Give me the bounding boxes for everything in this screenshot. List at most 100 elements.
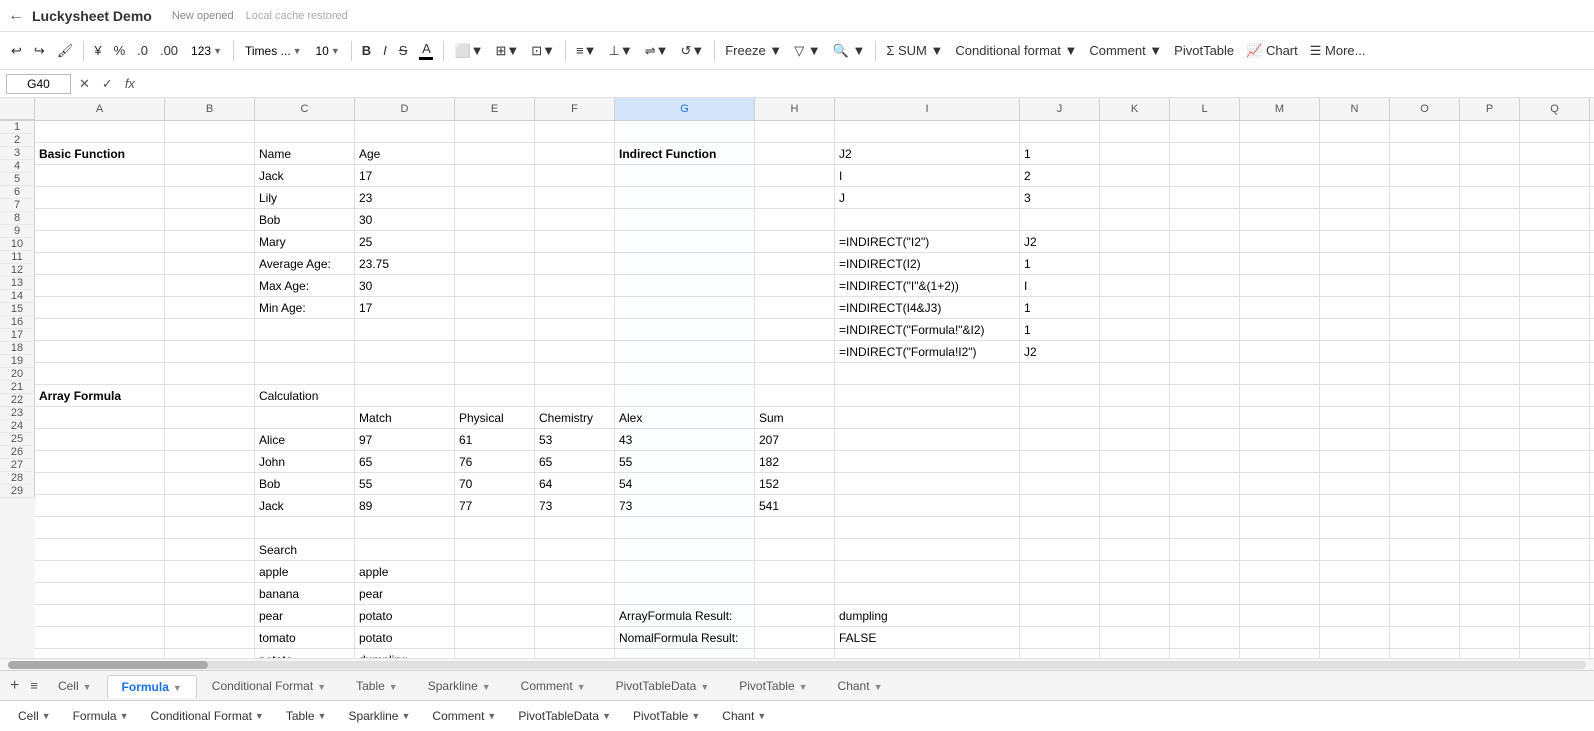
cell-F25[interactable] [535,649,615,658]
cell-I4[interactable]: J [835,187,1020,209]
cell-B22[interactable] [165,583,255,605]
cell-P8[interactable] [1460,275,1520,297]
cell-M5[interactable] [1240,209,1320,231]
cell-O9[interactable] [1390,297,1460,319]
bt-chant[interactable]: Chant▼ [712,706,776,726]
cell-J25[interactable] [1020,649,1100,658]
pivottable-button[interactable]: PivotTable [1169,37,1239,65]
cell-P14[interactable] [1460,407,1520,429]
cell-F21[interactable] [535,561,615,583]
col-header-N[interactable]: N [1320,98,1390,120]
cell-F6[interactable] [535,231,615,253]
sheet-tab-pivottabledata[interactable]: PivotTableData▼ [601,674,725,697]
cell-N15[interactable] [1320,429,1390,451]
cell-R7[interactable] [1590,253,1594,275]
cell-O14[interactable] [1390,407,1460,429]
cell-O22[interactable] [1390,583,1460,605]
cell-A7[interactable] [35,253,165,275]
cell-L9[interactable] [1170,297,1240,319]
cell-A19[interactable] [35,517,165,539]
cell-R18[interactable] [1590,495,1594,517]
cell-N18[interactable] [1320,495,1390,517]
cell-reference-input[interactable]: G40 [6,74,71,94]
cell-H25[interactable] [755,649,835,658]
cell-I8[interactable]: =INDIRECT("I"&(1+2)) [835,275,1020,297]
cell-C4[interactable]: Lily [255,187,355,209]
col-header-C[interactable]: C [255,98,355,120]
row-num-21[interactable]: 21 [0,381,35,394]
cell-L25[interactable] [1170,649,1240,658]
cell-R23[interactable] [1590,605,1594,627]
cell-R16[interactable] [1590,451,1594,473]
cell-P16[interactable] [1460,451,1520,473]
row-num-12[interactable]: 12 [0,264,35,277]
cell-K5[interactable] [1100,209,1170,231]
font-family-dropdown[interactable]: Times ... ▼ [239,37,307,65]
text-rotate-button[interactable]: ↺▼ [675,37,709,65]
row-num-22[interactable]: 22 [0,394,35,407]
bt-conditional-format[interactable]: Conditional Format▼ [141,706,274,726]
cell-C16[interactable]: John [255,451,355,473]
cell-N21[interactable] [1320,561,1390,583]
cell-P4[interactable] [1460,187,1520,209]
cell-J15[interactable] [1020,429,1100,451]
cell-K10[interactable] [1100,319,1170,341]
cell-O1[interactable] [1390,121,1460,143]
cell-I20[interactable] [835,539,1020,561]
bt-formula[interactable]: Formula▼ [63,706,139,726]
cell-H12[interactable] [755,363,835,385]
decimal-decrease-button[interactable]: .0 [132,37,153,65]
cell-G15[interactable]: 43 [615,429,755,451]
col-header-E[interactable]: E [455,98,535,120]
cell-M17[interactable] [1240,473,1320,495]
cell-J5[interactable] [1020,209,1100,231]
cell-R21[interactable] [1590,561,1594,583]
cell-O23[interactable] [1390,605,1460,627]
col-header-H[interactable]: H [755,98,835,120]
cell-H22[interactable] [755,583,835,605]
cell-K13[interactable] [1100,385,1170,407]
italic-button[interactable]: I [378,37,392,65]
cell-R22[interactable] [1590,583,1594,605]
cell-R3[interactable] [1590,165,1594,187]
cell-D23[interactable]: potato [355,605,455,627]
bt-cell[interactable]: Cell▼ [8,706,61,726]
cell-D16[interactable]: 65 [355,451,455,473]
add-sheet-button[interactable]: + [4,677,25,695]
cell-I22[interactable] [835,583,1020,605]
cell-M9[interactable] [1240,297,1320,319]
cell-L8[interactable] [1170,275,1240,297]
cell-F22[interactable] [535,583,615,605]
cell-Q7[interactable] [1520,253,1590,275]
cell-H9[interactable] [755,297,835,319]
cell-P5[interactable] [1460,209,1520,231]
cell-I18[interactable] [835,495,1020,517]
cell-K24[interactable] [1100,627,1170,649]
cell-A13[interactable]: Array Formula [35,385,165,407]
cell-I2[interactable]: J2 [835,143,1020,165]
sheet-tab-comment[interactable]: Comment▼ [506,674,601,697]
cell-C10[interactable] [255,319,355,341]
cell-N2[interactable] [1320,143,1390,165]
cell-G23[interactable]: ArrayFormula Result: [615,605,755,627]
filter-button[interactable]: ▽ ▼ [789,37,825,65]
cell-L14[interactable] [1170,407,1240,429]
undo-button[interactable]: ↩ [6,37,27,65]
cell-C20[interactable]: Search [255,539,355,561]
cell-A9[interactable] [35,297,165,319]
row-num-5[interactable]: 5 [0,173,35,186]
cell-P20[interactable] [1460,539,1520,561]
cell-C12[interactable] [255,363,355,385]
cell-A6[interactable] [35,231,165,253]
cell-D4[interactable]: 23 [355,187,455,209]
cell-C1[interactable] [255,121,355,143]
cell-L20[interactable] [1170,539,1240,561]
cell-Q15[interactable] [1520,429,1590,451]
cell-O21[interactable] [1390,561,1460,583]
row-num-25[interactable]: 25 [0,433,35,446]
cell-I16[interactable] [835,451,1020,473]
cell-Q21[interactable] [1520,561,1590,583]
cell-F5[interactable] [535,209,615,231]
cell-M2[interactable] [1240,143,1320,165]
cell-G6[interactable] [615,231,755,253]
